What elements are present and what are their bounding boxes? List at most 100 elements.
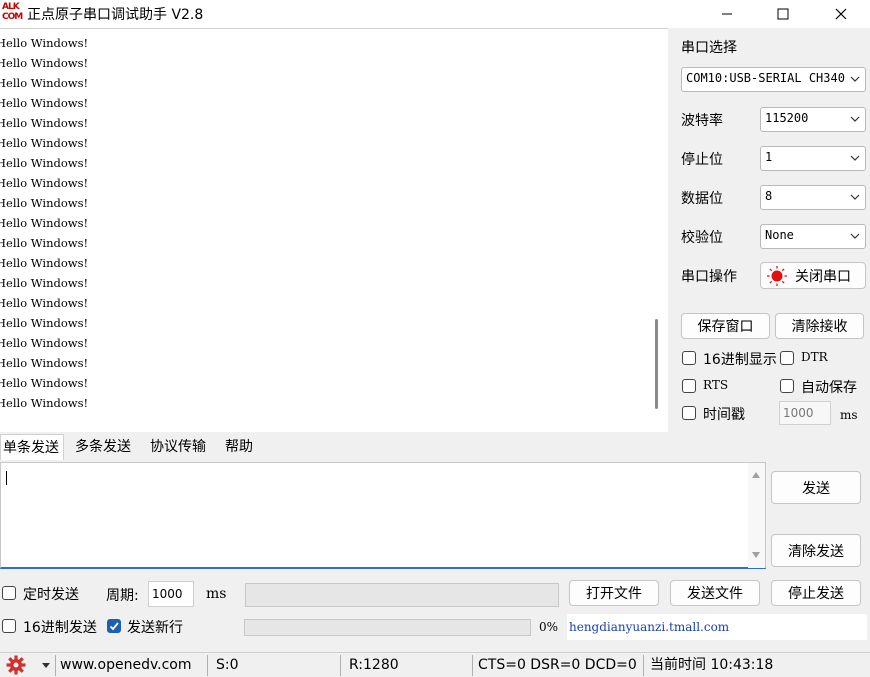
period-label: 周期: (106, 588, 139, 604)
send-file-path-bar (245, 583, 559, 607)
send-scrollbar[interactable] (748, 463, 765, 568)
receive-text: Hello Windows! Hello Windows! Hello Window… (0, 33, 88, 413)
receive-line: Hello Windows! (0, 316, 89, 330)
scroll-up-icon[interactable] (751, 471, 761, 479)
close-port-label: 关闭串口 (795, 268, 851, 285)
maximize-icon (777, 8, 789, 20)
timestamp-unit: ms (840, 408, 858, 422)
rts-label: RTS (703, 378, 729, 392)
receive-line: Hello Windows! (0, 156, 89, 170)
timestamp-check-box[interactable] (682, 406, 696, 420)
dtr-label: DTR (801, 350, 828, 364)
receive-line: Hello Windows! (0, 376, 89, 390)
receive-line: Hello Windows! (0, 36, 89, 50)
receive-line: Hello Windows! (0, 96, 89, 110)
receive-line: Hello Windows! (0, 396, 89, 410)
receive-line: Hello Windows! (0, 176, 89, 190)
dropdown-arrow-icon[interactable] (42, 663, 50, 669)
stop-send-button[interactable]: 停止发送 (771, 580, 861, 606)
chevron-down-icon (850, 116, 860, 122)
current-time: 当前时间 10:43:18 (650, 657, 774, 673)
timestamp-interval-input[interactable]: 1000 (779, 401, 831, 425)
timed-send-label: 定时发送 (23, 587, 79, 603)
close-button[interactable] (818, 0, 864, 28)
sent-count: S:0 (216, 657, 239, 673)
auto-save-label: 自动保存 (801, 380, 857, 396)
send-tabs: 单条发送 多条发送 协议传输 帮助 (0, 434, 870, 460)
port-open-indicator-icon (767, 265, 787, 286)
received-count: R:1280 (349, 657, 399, 673)
receive-line: Hello Windows! (0, 336, 89, 350)
hex-display-label: 16进制显示 (703, 352, 777, 368)
tab-protocol[interactable]: 协议传输 (148, 434, 214, 460)
rts-check-box[interactable] (682, 379, 696, 393)
send-file-button[interactable]: 发送文件 (670, 580, 760, 606)
checkmark-icon (109, 622, 119, 631)
auto-save-check-box[interactable] (780, 379, 794, 393)
shop-link[interactable]: hengdianyuanzi.tmall.com (567, 614, 867, 640)
data-bits-select[interactable]: 8 (760, 185, 866, 210)
period-input[interactable]: 1000 (148, 581, 194, 607)
receive-line: Hello Windows! (0, 356, 89, 370)
minimize-icon (722, 13, 732, 15)
chevron-down-icon (850, 233, 860, 239)
port-operation-label: 串口操作 (681, 269, 737, 285)
baud-select-value: 115200 (765, 111, 809, 125)
app-logo-icon: ALK COM (2, 2, 23, 22)
baud-select[interactable]: 115200 (760, 107, 866, 132)
chevron-down-icon (850, 155, 860, 161)
chevron-down-icon (850, 76, 860, 82)
tab-multi-send[interactable]: 多条发送 (73, 434, 141, 460)
receive-line: Hello Windows! (0, 236, 89, 250)
receive-line: Hello Windows! (0, 56, 89, 70)
status-separator (472, 655, 473, 676)
send-input[interactable] (0, 462, 766, 569)
parity-label: 校验位 (681, 230, 723, 246)
send-button[interactable]: 发送 (771, 471, 861, 504)
baud-label: 波特率 (681, 113, 723, 129)
maximize-button[interactable] (760, 0, 806, 28)
status-separator (340, 655, 341, 676)
receive-scrollbar[interactable] (655, 319, 658, 409)
tab-single-send[interactable]: 单条发送 (0, 434, 64, 460)
port-select[interactable]: COM10:USB-SERIAL CH340 (681, 67, 866, 92)
status-bar: www.openedv.com S:0 R:1280 CTS=0 DSR=0 D… (0, 652, 870, 677)
clear-send-button[interactable]: 清除发送 (771, 534, 861, 567)
hex-send-check-box[interactable] (2, 619, 16, 633)
modem-lines-status: CTS=0 DSR=0 DCD=0 (478, 657, 637, 673)
gear-icon[interactable] (6, 655, 26, 675)
dtr-check-box[interactable] (780, 351, 794, 365)
timed-send-check-box[interactable] (2, 586, 16, 600)
receive-line: Hello Windows! (0, 196, 89, 210)
open-file-button[interactable]: 打开文件 (569, 580, 659, 606)
save-window-button[interactable]: 保存窗口 (681, 313, 770, 339)
send-newline-check-box[interactable] (107, 619, 121, 633)
stop-bits-label: 停止位 (681, 152, 723, 168)
parity-select[interactable]: None (760, 224, 866, 249)
status-separator (207, 655, 208, 676)
tab-help[interactable]: 帮助 (223, 434, 263, 460)
stop-bits-select[interactable]: 1 (760, 146, 866, 171)
receive-area[interactable]: Hello Windows! Hello Windows! Hello Window… (0, 28, 668, 432)
port-select-value: COM10:USB-SERIAL CH340 (686, 71, 845, 85)
receive-line: Hello Windows! (0, 76, 89, 90)
data-bits-label: 数据位 (681, 191, 723, 207)
receive-line: Hello Windows! (0, 276, 89, 290)
receive-line: Hello Windows! (0, 136, 89, 150)
close-icon (835, 8, 847, 20)
hex-display-check-box[interactable] (682, 351, 696, 365)
clear-receive-button[interactable]: 清除接收 (775, 313, 864, 339)
receive-line: Hello Windows! (0, 256, 89, 270)
port-select-label: 串口选择 (681, 40, 737, 56)
status-separator (643, 655, 644, 676)
parity-value: None (765, 228, 794, 242)
close-port-button[interactable]: 关闭串口 (760, 262, 866, 289)
data-bits-value: 8 (765, 189, 773, 203)
text-caret (6, 471, 7, 485)
receive-line: Hello Windows! (0, 116, 89, 130)
scroll-down-icon[interactable] (751, 551, 761, 559)
website-link[interactable]: www.openedv.com (60, 653, 192, 677)
chevron-down-icon (850, 194, 860, 200)
send-progress-text: 0% (539, 620, 559, 634)
minimize-button[interactable] (704, 0, 750, 28)
